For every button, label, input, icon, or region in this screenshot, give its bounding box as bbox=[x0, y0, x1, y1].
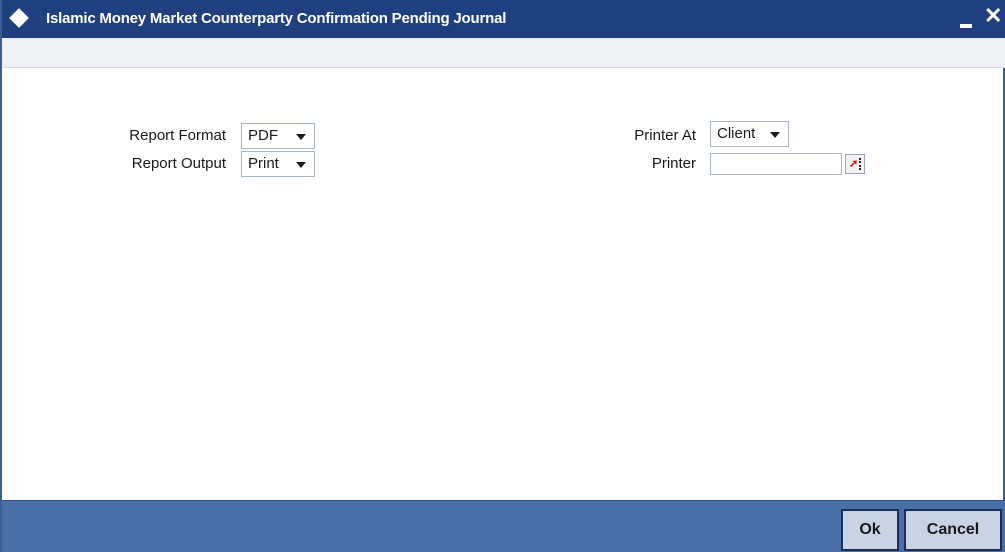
minimize-icon[interactable] bbox=[960, 24, 972, 28]
title-bar: Islamic Money Market Counterparty Confir… bbox=[2, 0, 1005, 38]
close-icon[interactable]: ✕ bbox=[984, 5, 1002, 27]
diamond-icon bbox=[9, 8, 29, 28]
report-output-select[interactable]: Print bbox=[241, 151, 315, 177]
toolbar-strip bbox=[2, 38, 1005, 68]
report-output-label: Report Output bbox=[131, 155, 226, 172]
list-of-values-icon[interactable]: ➚ bbox=[845, 154, 865, 174]
printer-at-label: Printer At bbox=[634, 127, 696, 144]
window-title: Islamic Money Market Counterparty Confir… bbox=[46, 10, 507, 27]
report-format-select[interactable]: PDF bbox=[241, 123, 315, 149]
cancel-button[interactable]: Cancel bbox=[904, 509, 1002, 551]
chevron-down-icon bbox=[770, 132, 780, 138]
chevron-down-icon bbox=[296, 134, 306, 140]
printer-input[interactable] bbox=[710, 153, 842, 175]
printer-at-value: Client bbox=[717, 125, 756, 142]
printer-at-select[interactable]: Client bbox=[710, 121, 789, 147]
report-output-value: Print bbox=[248, 155, 279, 172]
report-dialog: Islamic Money Market Counterparty Confir… bbox=[0, 0, 1005, 552]
report-format-label: Report Format bbox=[129, 127, 226, 144]
chevron-down-icon bbox=[296, 162, 306, 168]
ok-button[interactable]: Ok bbox=[841, 509, 899, 551]
dialog-footer: Ok Cancel bbox=[2, 500, 1005, 552]
printer-label: Printer bbox=[651, 155, 696, 172]
report-format-value: PDF bbox=[248, 127, 278, 144]
